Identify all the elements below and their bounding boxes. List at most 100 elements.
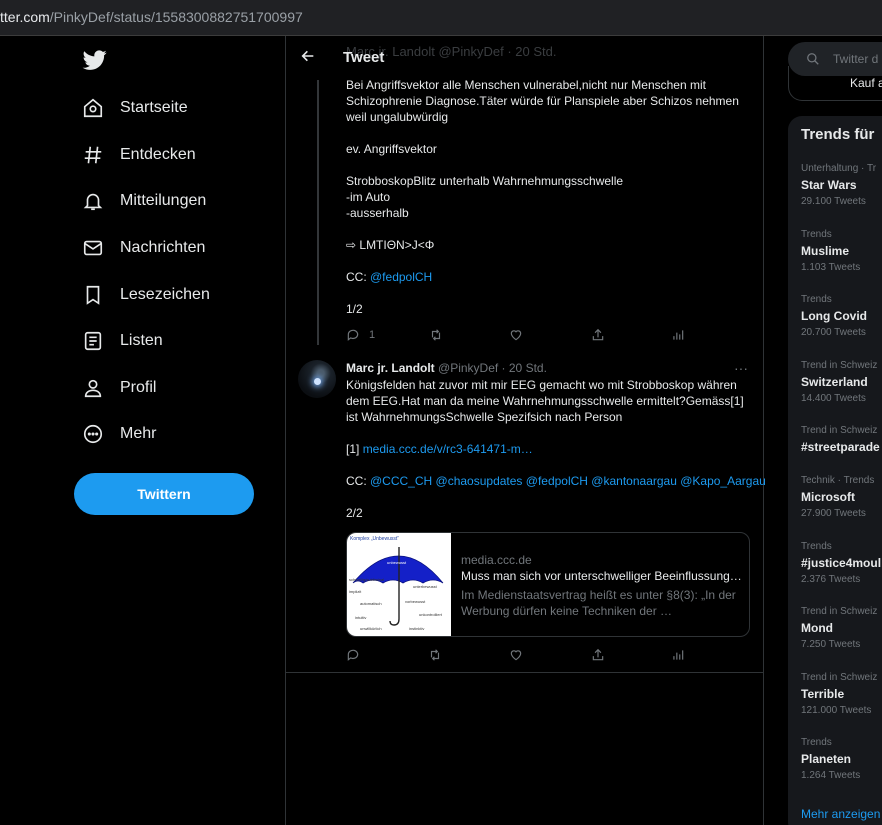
link-preview-card[interactable]: Komplex „Unbewusst“ unbewusst schwellig/…	[346, 532, 750, 637]
twitter-logo-icon[interactable]	[82, 48, 108, 72]
search-input[interactable]: Twitter d	[788, 42, 882, 76]
trend-context: Trend in Schweiz	[801, 672, 878, 683]
trend-name: Long Covid	[801, 309, 867, 323]
thumb-word: instinktiv	[409, 626, 425, 631]
trend-context: Trend in Schweiz	[801, 425, 878, 436]
nav-item-lesezeichen[interactable]: Lesezeichen	[80, 280, 210, 310]
tweet-line: -ausserhalb	[346, 206, 409, 220]
nav-item-mehr[interactable]: Mehr	[80, 419, 156, 449]
trend-count: 1.103 Tweets	[801, 262, 861, 273]
author-name[interactable]: Marc jr. Landolt	[346, 361, 435, 375]
trend-count: 20.700 Tweets	[801, 327, 866, 338]
trend-context: Trend in Schweiz	[801, 360, 878, 371]
thumb-word: unterbewusst	[413, 584, 437, 589]
browser-url-bar[interactable]: tter.com/PinkyDef/status/155830088275170…	[0, 0, 882, 36]
thumb-word: unkontrolliert	[419, 612, 442, 617]
analytics-icon	[673, 330, 684, 340]
thumb-word: unbewusst	[387, 560, 407, 565]
url-path: /PinkyDef/status/1558300882751700997	[49, 9, 303, 25]
url-host: tter.com	[0, 9, 50, 25]
column-header: Marc jr. Landolt @PinkyDef · 20 Std. Twe…	[286, 36, 763, 80]
mention-links[interactable]: @CCC_CH @chaosupdates @fedpolCH @kantona…	[370, 474, 766, 488]
reply-button[interactable]	[346, 646, 360, 664]
author-handle-time[interactable]: @PinkyDef · 20 Std.	[435, 361, 547, 375]
trend-item[interactable]: Trend in Schweiz Terrible 121.000 Tweets	[801, 672, 882, 717]
trend-count: 1.264 Tweets	[801, 770, 861, 781]
like-button[interactable]	[509, 646, 523, 664]
avatar[interactable]	[298, 360, 336, 398]
nav-item-nachrichten[interactable]: Nachrichten	[80, 233, 205, 263]
tweet-line: Schizophrenie Diagnose.Täter würde für P…	[346, 94, 739, 108]
list-icon	[80, 328, 106, 354]
like-button[interactable]	[509, 326, 523, 344]
url-text[interactable]: tter.com/PinkyDef/status/155830088275170…	[0, 9, 303, 25]
trend-name: Muslime	[801, 244, 850, 258]
nav-item-listen[interactable]: Listen	[80, 326, 163, 356]
trend-name: Planeten	[801, 752, 852, 766]
nav-label: Listen	[120, 332, 163, 349]
trend-count: 121.000 Tweets	[801, 705, 872, 716]
analytics-icon	[673, 650, 684, 660]
nav-item-entdecken[interactable]: Entdecken	[80, 140, 196, 170]
nav-label: Startseite	[120, 99, 188, 116]
more-options-icon[interactable]: ···	[734, 360, 748, 376]
card-thumbnail: Komplex „Unbewusst“ unbewusst schwellig/…	[347, 533, 451, 636]
trend-context: Unterhaltung · Tr	[801, 163, 877, 174]
trend-count: 2.376 Tweets	[801, 574, 861, 585]
share-button[interactable]	[591, 326, 605, 344]
nav-label: Entdecken	[120, 146, 196, 163]
thumb-word: implizit	[349, 589, 362, 594]
trends-panel: Trends für Unterhaltung · Tr Star Wars 2…	[788, 116, 882, 825]
trend-item[interactable]: Trend in Schweiz Switzerland 14.400 Twee…	[801, 360, 882, 405]
search-icon	[807, 53, 819, 65]
trend-item[interactable]: Trends Muslime 1.103 Tweets	[801, 229, 882, 274]
trend-count: 7.250 Tweets	[801, 639, 861, 650]
analytics-button[interactable]	[671, 326, 685, 344]
tweet-2-actions	[346, 646, 686, 664]
right-sidebar: Kauf a Twitter d Trends für Unterhaltung…	[764, 36, 882, 825]
thumb-word: vorbewusst	[405, 599, 426, 604]
nav-label: Lesezeichen	[120, 286, 210, 303]
trend-item[interactable]: Trend in Schweiz #streetparade	[801, 425, 882, 455]
tweet-line: ⇨ LMTIΘN>J<Φ	[346, 238, 435, 252]
tweet-compose-button[interactable]: Twittern	[74, 473, 254, 515]
nav-item-profil[interactable]: Profil	[80, 373, 156, 403]
reply-button[interactable]: 1	[346, 326, 375, 344]
reply-icon	[347, 329, 359, 341]
back-arrow-icon[interactable]	[300, 48, 316, 64]
tweet-cc-line: CC: @fedpolCH	[346, 269, 751, 285]
trend-item[interactable]: Trends Planeten 1.264 Tweets	[801, 737, 882, 782]
analytics-button[interactable]	[671, 646, 685, 664]
nav-item-mitteilungen[interactable]: Mitteilungen	[80, 186, 206, 216]
retweet-button[interactable]	[428, 646, 442, 664]
show-more-link[interactable]: Mehr anzeigen	[801, 807, 880, 821]
person-icon	[80, 375, 106, 401]
tweet-line: dem EEG.Hat man da meine Wahrnehmungssch…	[346, 394, 744, 408]
trend-item[interactable]: Unterhaltung · Tr Star Wars 29.100 Tweet…	[801, 163, 882, 208]
promo-button-label[interactable]: Kauf a	[850, 76, 882, 90]
trend-count: 27.900 Tweets	[801, 508, 866, 519]
card-description: Im Medienstaatsvertrag heißt es unter §8…	[461, 588, 736, 602]
trend-item[interactable]: Trends Long Covid 20.700 Tweets	[801, 294, 882, 339]
tweet-1-actions: 1	[346, 326, 686, 344]
page-title: Tweet	[343, 49, 385, 66]
thumb-word: schwellig/subliminal	[349, 577, 385, 582]
mention-link[interactable]: @fedpolCH	[370, 270, 432, 284]
trend-item[interactable]: Trend in Schweiz Mond 7.250 Tweets	[801, 606, 882, 651]
trend-item[interactable]: Trends #justice4moul 2.376 Tweets	[801, 541, 882, 586]
trend-context: Technik · Trends	[801, 475, 875, 486]
url-link[interactable]: media.ccc.de/v/rc3-641471-m…	[363, 442, 533, 456]
trend-name: #justice4moul	[801, 556, 882, 570]
trend-name: Terrible	[801, 687, 845, 701]
retweet-button[interactable]	[429, 326, 443, 344]
trend-item[interactable]: Technik · Trends Microsoft 27.900 Tweets	[801, 475, 882, 520]
trend-context: Trends	[801, 541, 832, 552]
home-icon	[80, 95, 106, 121]
share-button[interactable]	[591, 646, 605, 664]
nav-item-startseite[interactable]: Startseite	[80, 93, 188, 123]
tweet-line: ev. Angriffsvektor	[346, 142, 437, 156]
